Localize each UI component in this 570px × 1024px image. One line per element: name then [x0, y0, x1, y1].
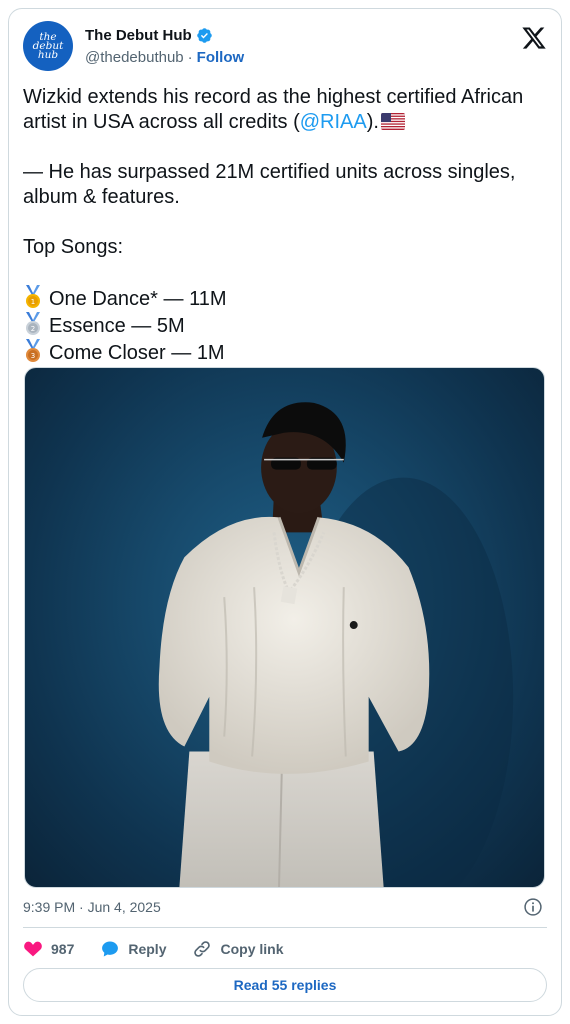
- heart-icon: [24, 941, 42, 957]
- read-replies-button[interactable]: Read 55 replies: [23, 968, 547, 1002]
- tweet-text: Wizkid extends his record as the highest…: [23, 85, 543, 366]
- tweet-paragraph-1: Wizkid extends his record as the highest…: [23, 85, 543, 135]
- action-bar: 987 Reply Copy link: [23, 937, 310, 961]
- author-name[interactable]: The Debut Hub: [85, 27, 192, 44]
- tweet-photo[interactable]: [24, 367, 545, 888]
- like-button[interactable]: 987: [23, 939, 74, 959]
- avatar-text-3: hub: [37, 48, 59, 61]
- link-icon: [194, 941, 211, 957]
- follow-button[interactable]: Follow: [197, 49, 245, 66]
- reply-button[interactable]: Reply: [100, 939, 166, 959]
- song-text-2: Essence — 5M: [49, 315, 185, 337]
- copy-link-label: Copy link: [220, 941, 284, 957]
- tweet-paragraph-3: Top Songs:: [23, 236, 124, 258]
- song-item-1: 1 One Dance* — 11M: [23, 285, 543, 312]
- top-songs-list: 1 One Dance* — 11M 2 Essence — 5M 3 Come…: [23, 285, 543, 366]
- reply-label: Reply: [128, 941, 167, 957]
- x-logo-icon[interactable]: [521, 25, 547, 51]
- tweet-header: the debut hub The Debut Hub @thedebuthub…: [23, 21, 549, 73]
- bronze-medal-icon: 3: [26, 339, 40, 362]
- song-text-3: Come Closer — 1M: [49, 342, 225, 364]
- verified-badge-icon: [196, 28, 212, 43]
- tweet-card: the debut hub The Debut Hub @thedebuthub…: [8, 8, 562, 1016]
- author-handle-row: @thedebuthub · Follow: [85, 49, 244, 66]
- divider: [23, 927, 547, 928]
- silver-medal-icon: 2: [26, 312, 40, 335]
- song-item-2: 2 Essence — 5M: [23, 312, 543, 339]
- tweet-text-part: ).: [366, 111, 379, 133]
- mention-link[interactable]: @RIAA: [300, 111, 367, 133]
- svg-text:2: 2: [31, 325, 35, 333]
- tweet-paragraph-2: — He has surpassed 21M certified units a…: [23, 161, 522, 208]
- svg-text:3: 3: [31, 352, 35, 360]
- author-handle[interactable]: @thedebuthub: [85, 49, 184, 66]
- us-flag-icon: [380, 113, 405, 130]
- info-icon[interactable]: [523, 897, 543, 917]
- gold-medal-icon: 1: [26, 285, 40, 308]
- reply-bubble-icon: [102, 941, 119, 957]
- tweet-text-part: Wizkid extends his record as the highest…: [23, 86, 529, 133]
- like-count: 987: [51, 941, 75, 957]
- svg-text:1: 1: [31, 298, 35, 306]
- song-item-3: 3 Come Closer — 1M: [23, 339, 543, 366]
- handle-separator: ·: [187, 49, 193, 66]
- tweet-timestamp[interactable]: 9:39 PM · Jun 4, 2025: [23, 899, 161, 915]
- author-name-row[interactable]: The Debut Hub: [85, 27, 213, 44]
- song-text-1: One Dance* — 11M: [49, 288, 227, 310]
- photo-illustration: [158, 402, 514, 887]
- copy-link-button[interactable]: Copy link: [192, 939, 284, 959]
- avatar[interactable]: the debut hub: [23, 21, 73, 71]
